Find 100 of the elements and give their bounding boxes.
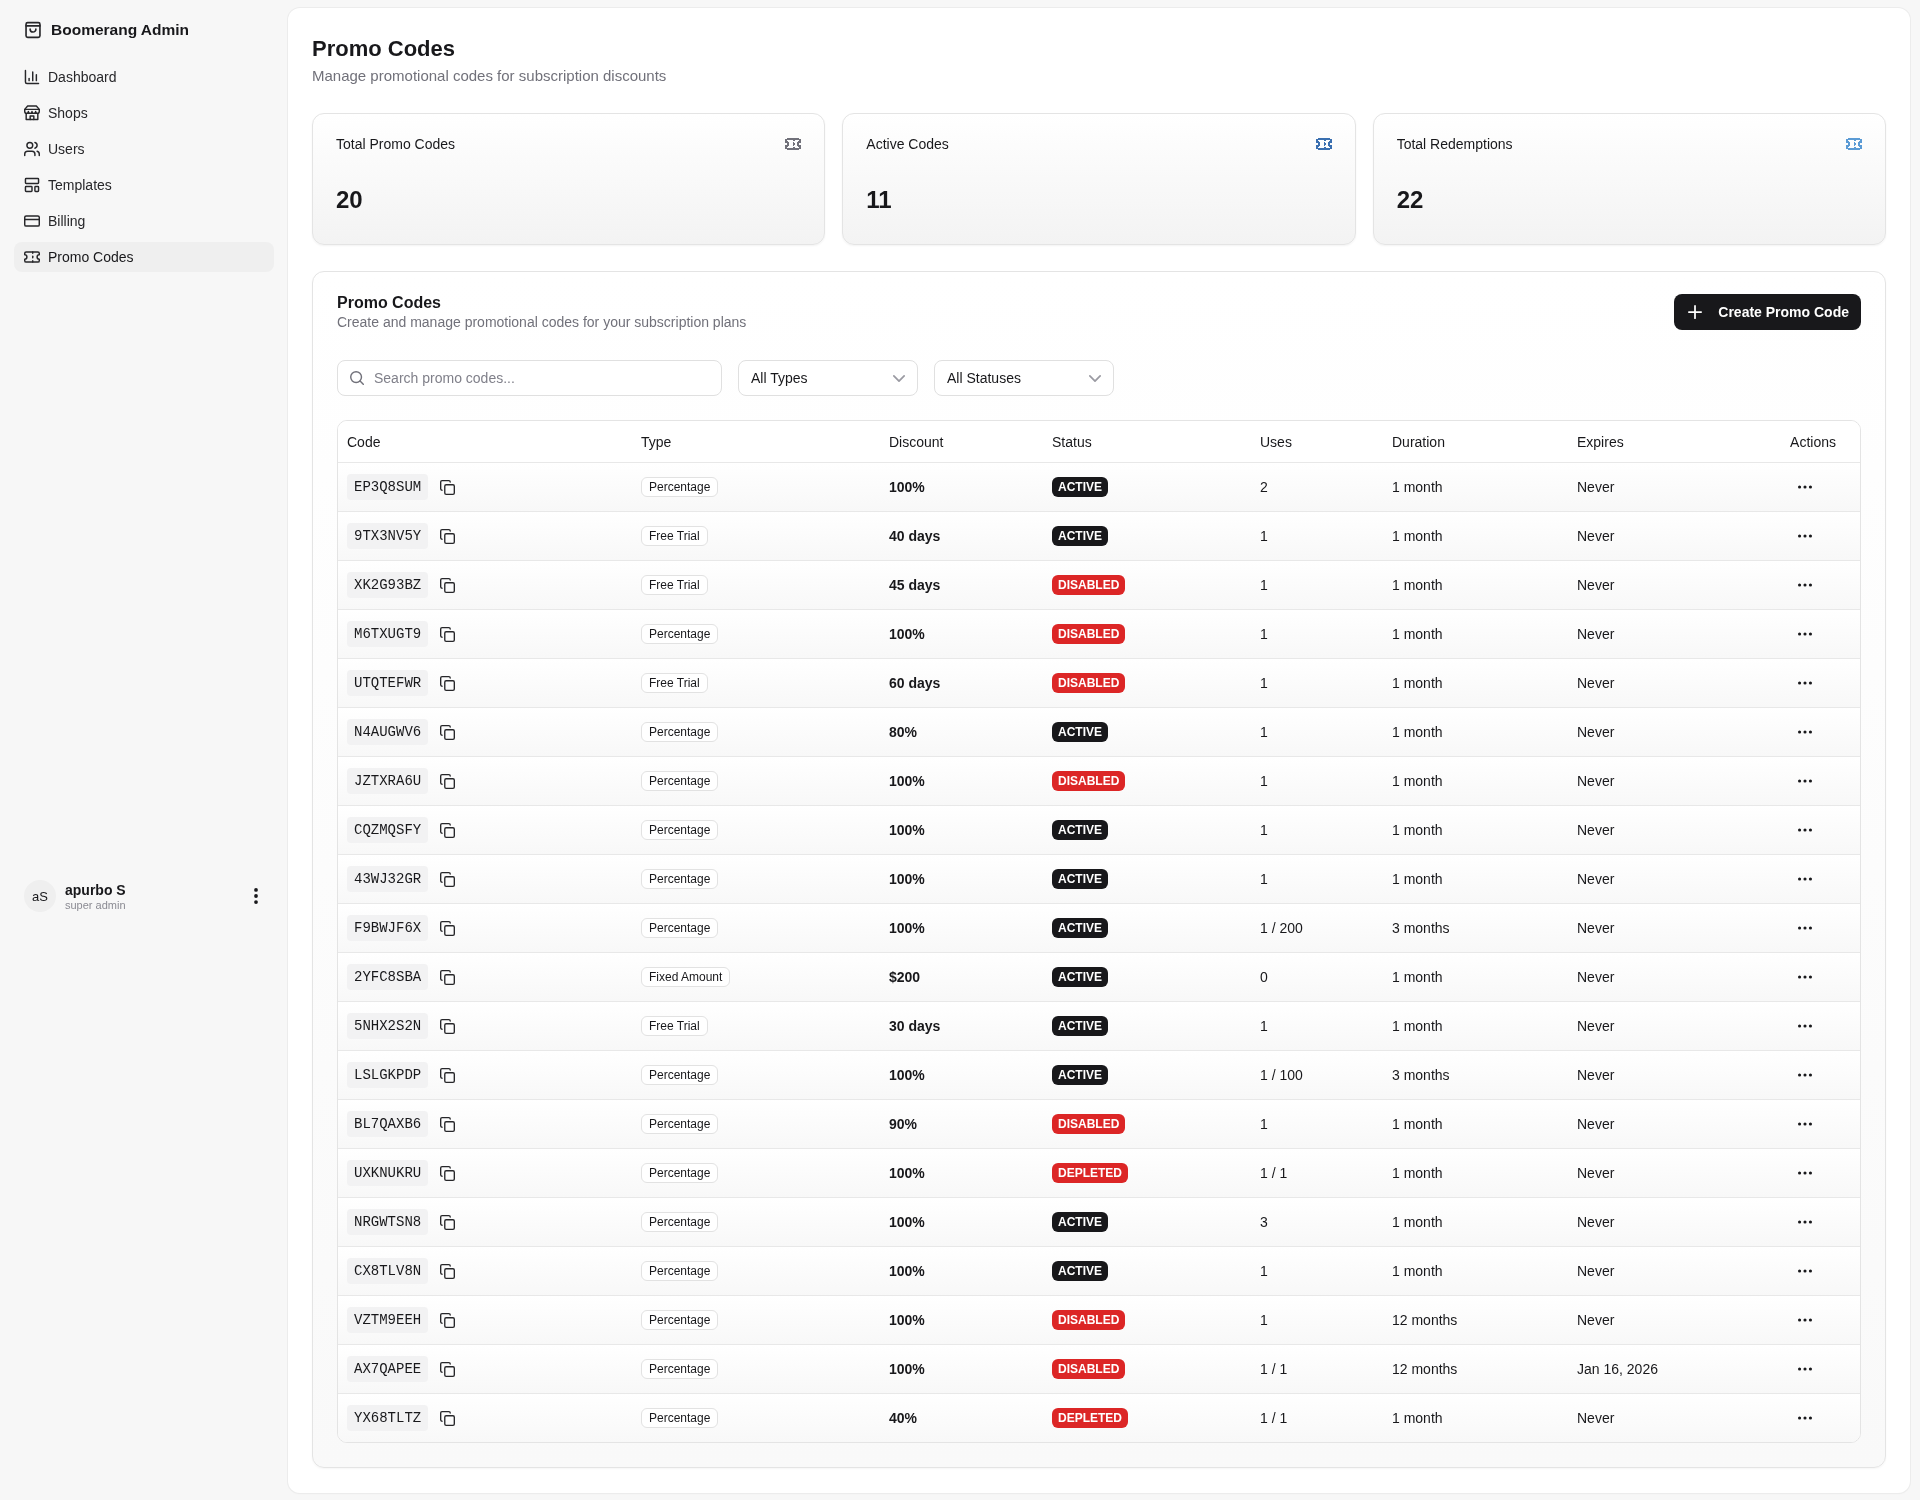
more-horizontal-icon[interactable] bbox=[1798, 681, 1812, 685]
type-badge: Free Trial bbox=[641, 526, 708, 546]
copy-icon[interactable] bbox=[440, 1361, 456, 1377]
users-icon bbox=[24, 141, 40, 157]
type-badge: Percentage bbox=[641, 1261, 719, 1281]
nav-item[interactable]: Templates bbox=[14, 170, 274, 200]
more-horizontal-icon[interactable] bbox=[1798, 1318, 1812, 1322]
promo-code: 5NHX2S2N bbox=[347, 1013, 429, 1039]
more-horizontal-icon[interactable] bbox=[1798, 485, 1812, 489]
discount-value: 100% bbox=[889, 1165, 925, 1181]
promo-code: F9BWJF6X bbox=[347, 915, 429, 941]
duration-text: 1 month bbox=[1392, 1018, 1443, 1034]
copy-icon[interactable] bbox=[440, 773, 456, 789]
search-field[interactable]: Search promo codes... bbox=[337, 360, 722, 396]
copy-icon[interactable] bbox=[440, 822, 456, 838]
status-badge: ACTIVE bbox=[1052, 869, 1108, 889]
status-filter-select[interactable]: All Statuses bbox=[934, 360, 1114, 396]
column-header: Type bbox=[640, 433, 673, 450]
copy-icon[interactable] bbox=[440, 1214, 456, 1230]
more-horizontal-icon[interactable] bbox=[1798, 583, 1812, 587]
chevron-down-icon bbox=[893, 374, 905, 382]
status-badge: ACTIVE bbox=[1052, 1261, 1108, 1281]
type-badge: Percentage bbox=[641, 722, 719, 742]
discount-value: 100% bbox=[889, 626, 925, 642]
expiry-date: Never bbox=[1577, 871, 1615, 887]
copy-icon[interactable] bbox=[440, 1312, 456, 1328]
nav-item[interactable]: Billing bbox=[14, 206, 274, 236]
duration-text: 1 month bbox=[1392, 1263, 1443, 1279]
more-horizontal-icon[interactable] bbox=[1798, 1416, 1812, 1420]
expiry-date: Never bbox=[1577, 675, 1615, 691]
more-horizontal-icon[interactable] bbox=[1798, 1367, 1812, 1371]
more-horizontal-icon[interactable] bbox=[1798, 1269, 1812, 1273]
nav-item[interactable]: Promo Codes bbox=[14, 242, 274, 272]
create-promo-code-button[interactable]: Create Promo Code bbox=[1674, 294, 1861, 330]
column-header: Actions bbox=[1789, 433, 1837, 450]
copy-icon[interactable] bbox=[440, 969, 456, 985]
more-horizontal-icon[interactable] bbox=[1798, 1220, 1812, 1224]
duration-text: 1 month bbox=[1392, 969, 1443, 985]
brand-name: Boomerang Admin bbox=[51, 21, 190, 39]
copy-icon[interactable] bbox=[440, 528, 456, 544]
promo-code: 2YFC8SBA bbox=[347, 964, 429, 990]
more-horizontal-icon[interactable] bbox=[1798, 779, 1812, 783]
duration-text: 1 month bbox=[1392, 1116, 1443, 1132]
copy-icon[interactable] bbox=[440, 871, 456, 887]
type-badge: Percentage bbox=[641, 477, 719, 497]
more-horizontal-icon[interactable] bbox=[1798, 1171, 1812, 1175]
type-badge: Fixed Amount bbox=[641, 967, 731, 987]
expiry-date: Never bbox=[1577, 773, 1615, 789]
copy-icon[interactable] bbox=[440, 1263, 456, 1279]
copy-icon[interactable] bbox=[440, 920, 456, 936]
discount-value: $200 bbox=[889, 969, 921, 985]
more-horizontal-icon[interactable] bbox=[1798, 730, 1812, 734]
stat-label: Total Redemptions bbox=[1396, 136, 1513, 152]
uses-count: 1 bbox=[1260, 724, 1268, 740]
copy-icon[interactable] bbox=[440, 675, 456, 691]
column-header: Status bbox=[1051, 433, 1093, 450]
bag-icon bbox=[24, 21, 42, 39]
uses-count: 1 bbox=[1260, 871, 1268, 887]
more-horizontal-icon[interactable] bbox=[1798, 632, 1812, 636]
nav-item[interactable]: Shops bbox=[14, 98, 274, 128]
more-horizontal-icon[interactable] bbox=[1798, 534, 1812, 538]
copy-icon[interactable] bbox=[440, 1018, 456, 1034]
expiry-date: Never bbox=[1577, 1116, 1615, 1132]
expiry-date: Never bbox=[1577, 528, 1615, 544]
copy-icon[interactable] bbox=[440, 577, 456, 593]
copy-icon[interactable] bbox=[440, 626, 456, 642]
copy-icon[interactable] bbox=[440, 1067, 456, 1083]
promo-code: N4AUGWV6 bbox=[347, 719, 429, 745]
promo-code: UXKNUKRU bbox=[347, 1160, 429, 1186]
copy-icon[interactable] bbox=[440, 479, 456, 495]
page-subtitle: Manage promotional codes for subscription discounts bbox=[312, 66, 668, 86]
uses-count: 3 bbox=[1260, 1214, 1268, 1230]
nav-item[interactable]: Dashboard bbox=[14, 62, 274, 92]
status-badge: ACTIVE bbox=[1052, 477, 1108, 497]
discount-value: 100% bbox=[889, 1312, 925, 1328]
type-badge: Percentage bbox=[641, 1310, 719, 1330]
more-horizontal-icon[interactable] bbox=[1798, 1024, 1812, 1028]
type-filter-select[interactable]: All Types bbox=[738, 360, 918, 396]
type-badge: Percentage bbox=[641, 1359, 719, 1379]
discount-value: 100% bbox=[889, 773, 925, 789]
type-badge: Free Trial bbox=[641, 673, 708, 693]
nav-item[interactable]: Users bbox=[14, 134, 274, 164]
more-horizontal-icon[interactable] bbox=[1798, 877, 1812, 881]
status-badge: ACTIVE bbox=[1052, 1016, 1108, 1036]
more-horizontal-icon[interactable] bbox=[1798, 975, 1812, 979]
copy-icon[interactable] bbox=[440, 1410, 456, 1426]
more-horizontal-icon[interactable] bbox=[1798, 926, 1812, 930]
copy-icon[interactable] bbox=[440, 1165, 456, 1181]
more-horizontal-icon[interactable] bbox=[1798, 1073, 1812, 1077]
type-badge: Free Trial bbox=[641, 575, 708, 595]
more-horizontal-icon[interactable] bbox=[1798, 828, 1812, 832]
copy-icon[interactable] bbox=[440, 1116, 456, 1132]
more-horizontal-icon[interactable] bbox=[1798, 1122, 1812, 1126]
chevron-down-icon bbox=[1089, 374, 1101, 382]
uses-count: 1 bbox=[1260, 1312, 1268, 1328]
status-badge: DISABLED bbox=[1052, 1114, 1126, 1134]
search-icon bbox=[350, 371, 364, 385]
type-badge: Percentage bbox=[641, 624, 719, 644]
discount-value: 30 days bbox=[889, 1018, 941, 1034]
copy-icon[interactable] bbox=[440, 724, 456, 740]
